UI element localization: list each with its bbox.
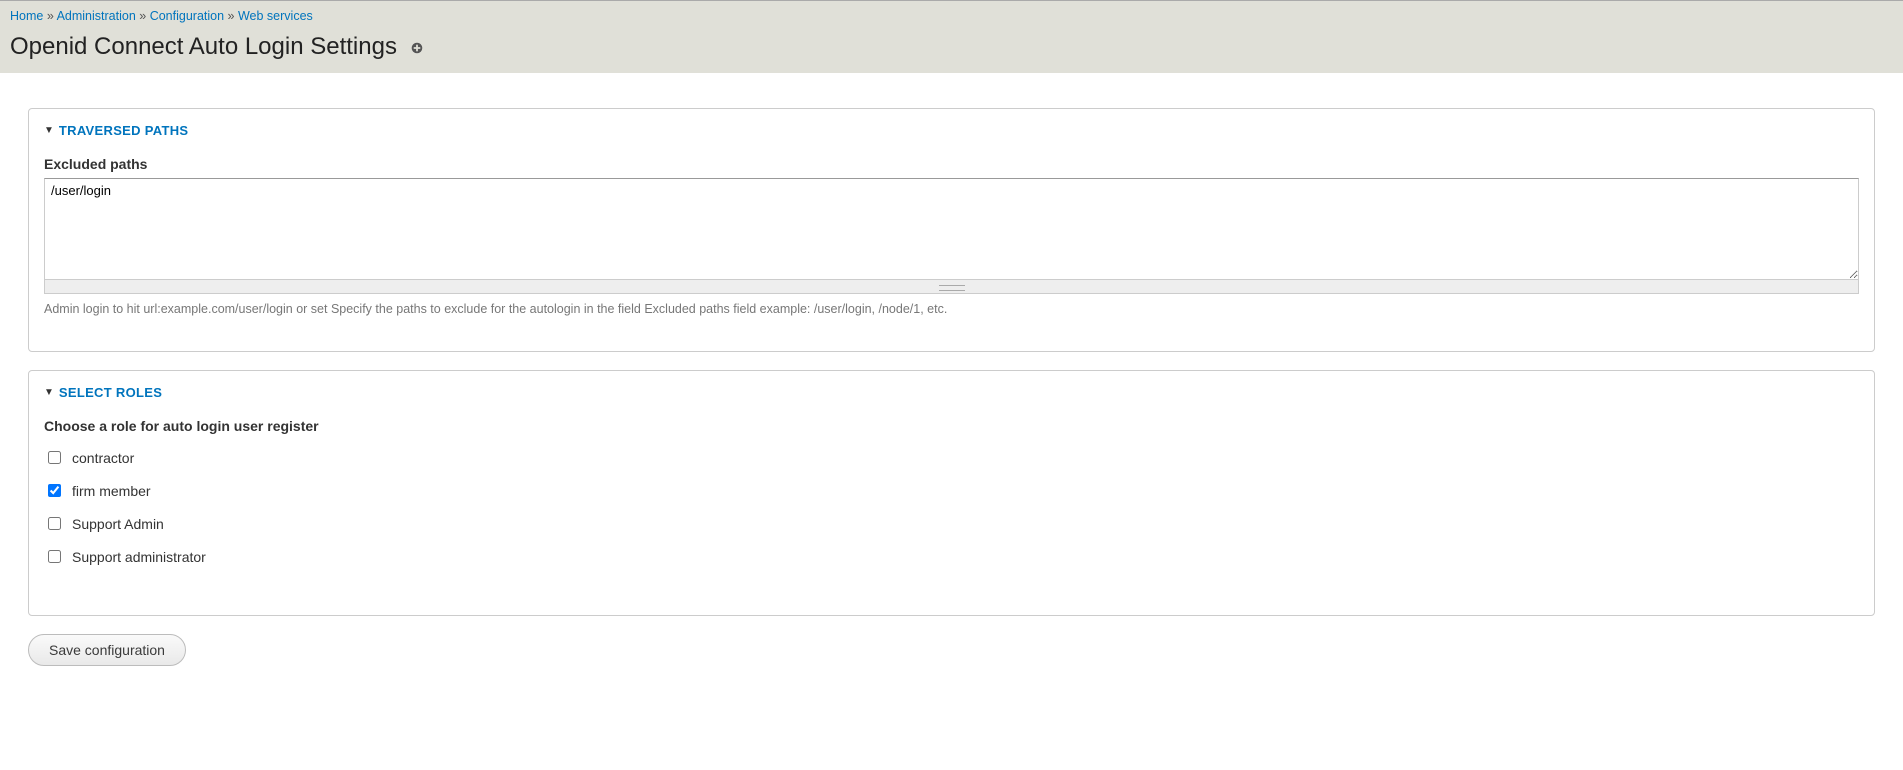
select-roles-panel: ▼ SELECT ROLES Choose a role for auto lo… <box>28 370 1875 616</box>
content-region: ▼ TRAVERSED PATHS Excluded paths Admin l… <box>0 73 1903 701</box>
breadcrumb-link-configuration[interactable]: Configuration <box>150 9 224 23</box>
breadcrumb-link-home[interactable]: Home <box>10 9 43 23</box>
breadcrumb-separator: » <box>47 9 54 23</box>
breadcrumb-separator: » <box>228 9 235 23</box>
excluded-paths-label: Excluded paths <box>44 156 1859 172</box>
role-checkbox-contractor[interactable] <box>48 451 61 464</box>
save-configuration-button[interactable]: Save configuration <box>28 634 186 666</box>
role-label: contractor <box>72 450 134 466</box>
traversed-paths-toggle[interactable]: ▼ TRAVERSED PATHS <box>44 109 1859 138</box>
breadcrumb-link-web-services[interactable]: Web services <box>238 9 313 23</box>
role-checkbox-support-admin[interactable] <box>48 517 61 530</box>
caret-down-icon: ▼ <box>44 125 54 136</box>
role-label: Support administrator <box>72 549 206 565</box>
excluded-paths-textarea[interactable] <box>44 178 1859 280</box>
roles-checkbox-group: contractor firm member Support Admin Sup… <box>44 448 1859 566</box>
select-roles-legend: SELECT ROLES <box>59 385 162 400</box>
roles-form-item: Choose a role for auto login user regist… <box>44 418 1859 566</box>
role-option-contractor: contractor <box>44 448 1859 467</box>
role-option-support-admin: Support Admin <box>44 514 1859 533</box>
form-actions: Save configuration <box>28 634 1875 666</box>
breadcrumb-link-administration[interactable]: Administration <box>57 9 136 23</box>
caret-down-icon: ▼ <box>44 387 54 398</box>
breadcrumb-separator: » <box>139 9 146 23</box>
role-label: firm member <box>72 483 151 499</box>
role-option-firm-member: firm member <box>44 481 1859 500</box>
select-roles-toggle[interactable]: ▼ SELECT ROLES <box>44 371 1859 400</box>
excluded-paths-description: Admin login to hit url:example.com/user/… <box>44 302 1859 316</box>
traversed-paths-panel: ▼ TRAVERSED PATHS Excluded paths Admin l… <box>28 108 1875 352</box>
page-title: Openid Connect Auto Login Settings <box>10 33 397 61</box>
role-label: Support Admin <box>72 516 164 532</box>
role-checkbox-firm-member[interactable] <box>48 484 61 497</box>
excluded-paths-form-item: Excluded paths Admin login to hit url:ex… <box>44 156 1859 316</box>
traversed-paths-legend: TRAVERSED PATHS <box>59 123 188 138</box>
page-header: Home » Administration » Configuration » … <box>0 0 1903 73</box>
breadcrumb: Home » Administration » Configuration » … <box>10 9 1893 23</box>
role-option-support-administrator: Support administrator <box>44 547 1859 566</box>
role-checkbox-support-administrator[interactable] <box>48 550 61 563</box>
add-shortcut-icon[interactable] <box>411 42 423 54</box>
roles-choose-label: Choose a role for auto login user regist… <box>44 418 1859 434</box>
textarea-resize-grippie[interactable] <box>44 280 1859 294</box>
